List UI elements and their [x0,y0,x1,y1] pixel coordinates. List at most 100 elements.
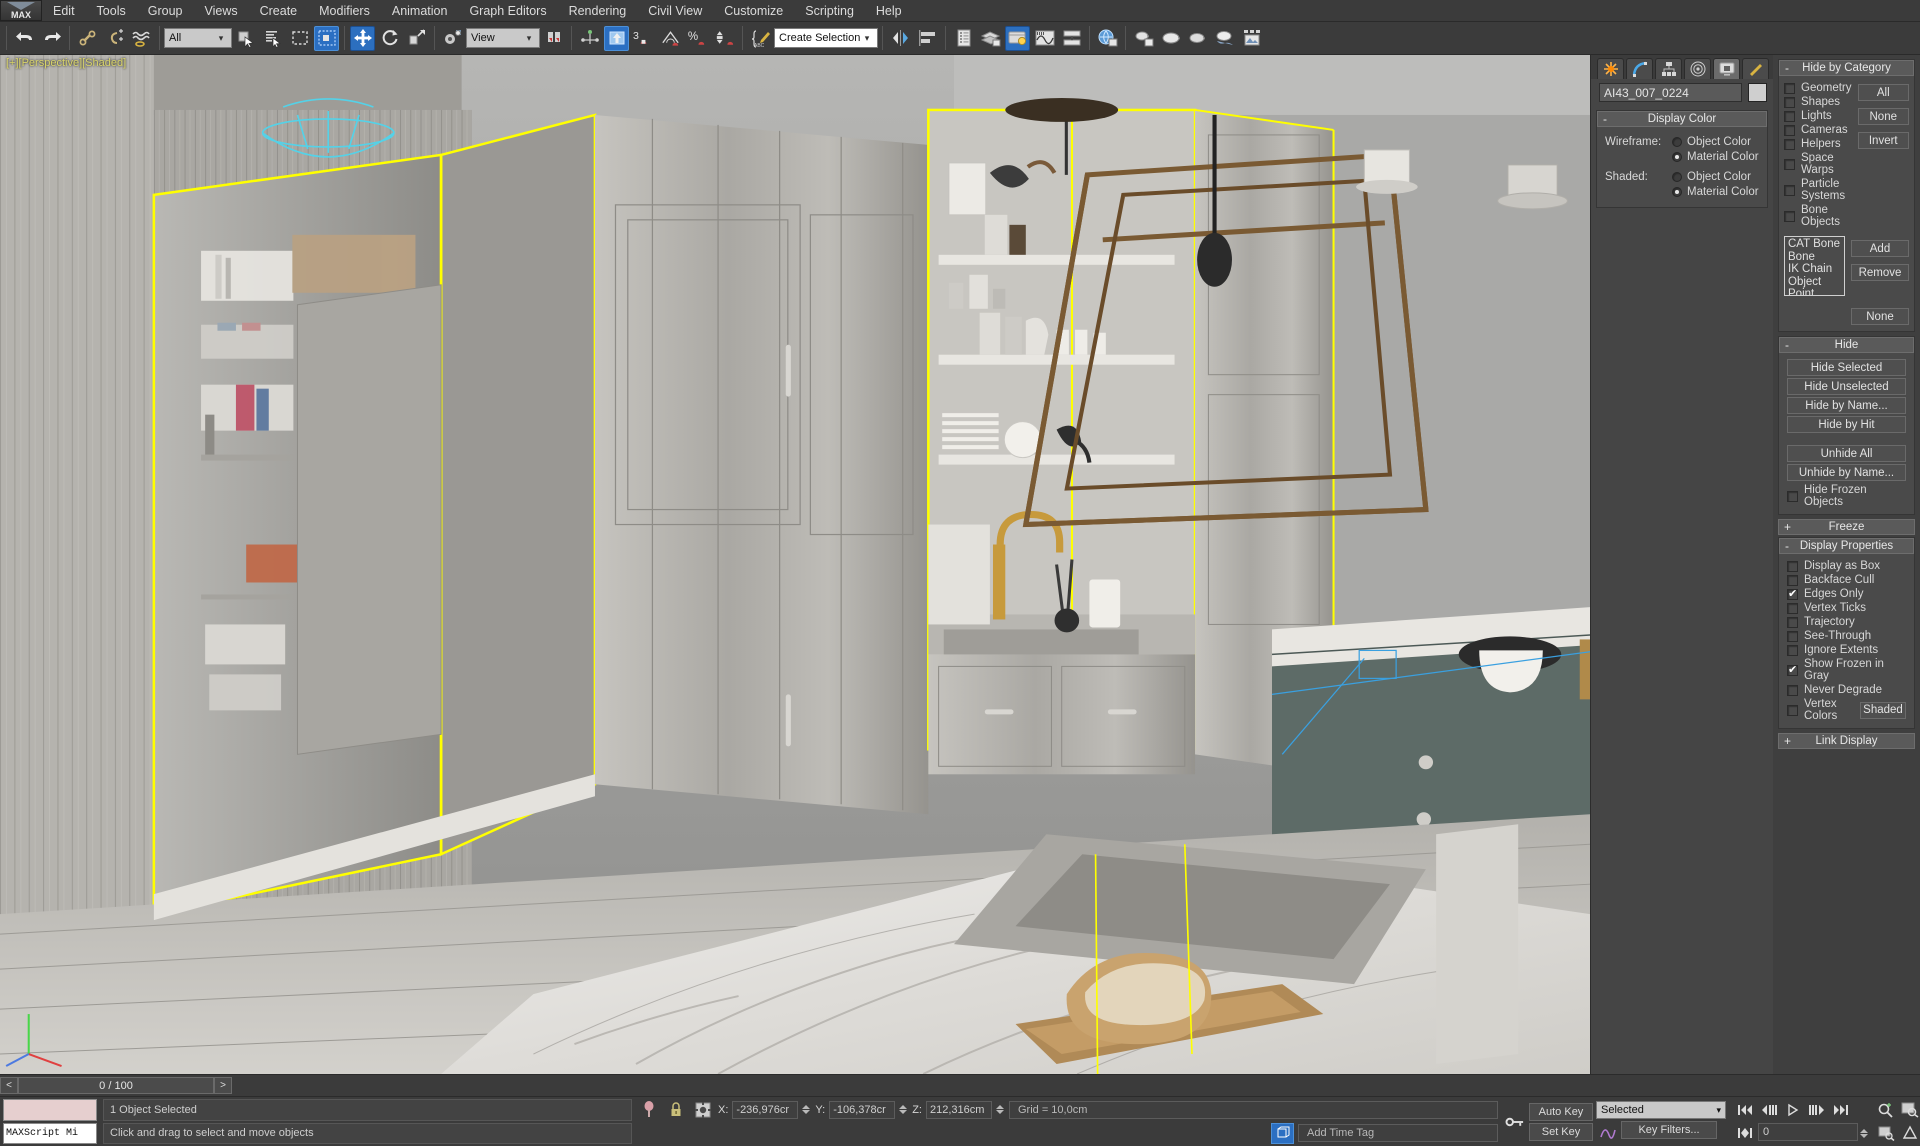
link-display-header[interactable]: + Link Display [1778,733,1915,749]
all-button[interactable]: All [1857,84,1909,101]
frame-spinner[interactable] [1860,1123,1869,1144]
y-coordinate-field[interactable]: -106,378cr [829,1100,896,1119]
utilities-tab[interactable] [1742,58,1769,79]
use-pivot-point-center-icon[interactable] [440,26,465,51]
auto-key-button[interactable]: Auto Key [1529,1102,1593,1121]
angle-snap-icon[interactable] [658,26,683,51]
previous-frame-button[interactable]: < [0,1077,18,1094]
key-mode-toggle-icon[interactable] [1733,1123,1756,1144]
shapes-checkbox[interactable] [1784,96,1795,108]
select-object-icon[interactable] [233,26,258,51]
z-coordinate-field[interactable]: 212,316cm [925,1100,992,1119]
category-helpers[interactable]: Helpers [1784,138,1852,150]
zoom-all-icon[interactable] [1898,1100,1920,1121]
lights-checkbox[interactable] [1784,110,1795,122]
menu-item-scripting[interactable]: Scripting [794,0,865,21]
particle-systems-checkbox[interactable] [1784,184,1795,196]
never-degrade-row[interactable]: Never Degrade [1787,684,1906,696]
menu-item-help[interactable]: Help [865,0,913,21]
cameras-checkbox[interactable] [1784,124,1795,136]
category-cameras[interactable]: Cameras [1784,124,1852,136]
key-mode-dropdown[interactable]: Selected ▾ [1596,1101,1726,1119]
shaded-object-color-radio[interactable] [1672,172,1682,182]
display-tab[interactable] [1713,58,1740,79]
see-through-row[interactable]: See-Through [1787,630,1906,642]
category-particle-systems[interactable]: Particle Systems [1784,178,1852,202]
z-spinner[interactable] [995,1105,1005,1115]
space-warps-checkbox[interactable] [1784,158,1795,170]
set-key-button[interactable]: Set Key [1529,1122,1593,1141]
align-icon[interactable] [915,26,940,51]
render-in-cloud-icon[interactable] [1239,26,1264,51]
use-center-flyout-icon[interactable] [541,26,566,51]
menu-item-create[interactable]: Create [249,0,309,21]
create-tab[interactable] [1597,58,1624,79]
wireframe-material-color-radio[interactable] [1672,152,1682,162]
category-bone-objects[interactable]: Bone Objects [1784,204,1852,228]
window-crossing-toggle-icon[interactable] [314,25,339,51]
backface-cull-row[interactable]: Backface Cull [1787,574,1906,586]
menu-item-group[interactable]: Group [137,0,194,21]
y-spinner[interactable] [899,1105,908,1115]
field-of-view-icon[interactable] [1898,1123,1920,1144]
hide-by-hit-button[interactable]: Hide by Hit [1787,416,1906,433]
select-and-scale-icon[interactable] [404,26,429,51]
render-production-icon[interactable] [1212,26,1237,51]
category-shapes[interactable]: Shapes [1784,96,1852,108]
hide-selected-button[interactable]: Hide Selected [1787,359,1906,376]
remove-button[interactable]: Remove [1851,264,1909,281]
vertex-ticks-checkbox[interactable] [1787,602,1798,614]
edges-only-checkbox[interactable] [1787,587,1798,600]
add-time-tag-button[interactable]: Add Time Tag [1298,1124,1498,1143]
hide-frozen-objects-row[interactable]: Hide Frozen Objects [1787,484,1906,508]
spinner-snap-icon[interactable] [712,26,737,51]
menu-item-rendering[interactable]: Rendering [558,0,638,21]
ignore-extents-row[interactable]: Ignore Extents [1787,644,1906,656]
none-list-button[interactable]: None [1851,308,1909,325]
geometry-checkbox[interactable] [1784,82,1795,94]
helpers-checkbox[interactable] [1784,138,1795,150]
layer-explorer-icon[interactable] [978,26,1003,51]
menu-item-customize[interactable]: Customize [713,0,794,21]
menu-item-modifiers[interactable]: Modifiers [308,0,381,21]
material-explorer-icon[interactable] [1095,26,1120,51]
next-frame-icon[interactable] [1805,1100,1828,1121]
zoom-region-icon[interactable] [1874,1123,1897,1144]
hide-unselected-button[interactable]: Hide Unselected [1787,378,1906,395]
backface-cull-checkbox[interactable] [1787,574,1798,586]
x-spinner[interactable] [802,1105,811,1115]
curve-editor-icon[interactable] [1005,25,1030,51]
vertex-colors-row[interactable]: Vertex Colors Shaded [1787,698,1906,722]
rectangular-selection-region-icon[interactable] [287,26,312,51]
snaps-toggle-icon[interactable] [604,25,629,51]
menu-item-tools[interactable]: Tools [86,0,137,21]
edit-named-selection-sets-icon[interactable]: ABC [748,26,773,51]
shaded-material-color-radio[interactable] [1672,187,1682,197]
display-as-box-row[interactable]: Display as Box [1787,560,1906,572]
perspective-viewport[interactable]: [+][Perspective][Shaded] [0,55,1590,1074]
select-link-icon[interactable] [75,26,100,51]
isolate-selection-icon[interactable] [637,1099,660,1120]
selection-lock-icon[interactable] [664,1099,687,1120]
select-by-name-icon[interactable] [260,26,285,51]
material-editor-icon[interactable] [1131,26,1156,51]
vertex-colors-checkbox[interactable] [1787,704,1798,716]
max-logo[interactable]: MAX [0,0,42,21]
play-animation-icon[interactable] [1781,1100,1804,1121]
set-key-curve-icon[interactable] [1596,1121,1619,1142]
see-through-checkbox[interactable] [1787,630,1798,642]
hierarchy-tab[interactable] [1655,58,1682,79]
none-button[interactable]: None [1857,108,1909,125]
menu-item-animation[interactable]: Animation [381,0,459,21]
rendered-frame-window-icon[interactable] [1185,26,1210,51]
render-setup-icon[interactable] [1158,26,1183,51]
x-coordinate-field[interactable]: -236,976cr [732,1100,799,1119]
current-frame-input[interactable]: 0 [1758,1122,1858,1141]
schematic-view-icon[interactable] [1059,26,1084,51]
percent-snap-icon[interactable]: % [685,26,710,51]
display-as-box-checkbox[interactable] [1787,560,1798,572]
maxscript-input-pane[interactable]: MAXScript Mi [3,1122,97,1144]
vertex-ticks-row[interactable]: Vertex Ticks [1787,602,1906,614]
go-to-start-icon[interactable] [1733,1100,1756,1121]
category-space-warps[interactable]: Space Warps [1784,152,1852,176]
